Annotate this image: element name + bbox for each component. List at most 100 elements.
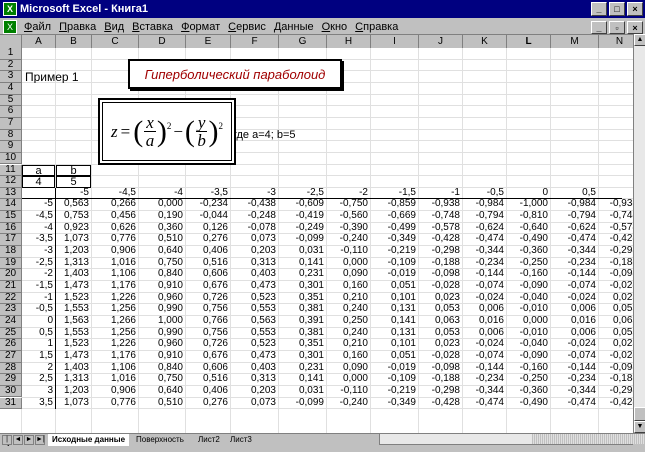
value-cell[interactable]: 0,726 bbox=[186, 293, 230, 305]
value-cell[interactable]: 1,176 bbox=[92, 351, 138, 363]
column-header[interactable]: K bbox=[463, 35, 507, 48]
value-cell[interactable]: 0,990 bbox=[139, 304, 185, 316]
value-cell[interactable]: 0,231 bbox=[279, 363, 326, 375]
value-cell[interactable]: -0,028 bbox=[599, 281, 633, 293]
value-cell[interactable]: -0,234 bbox=[551, 374, 598, 386]
tab-surface[interactable]: Поверхность bbox=[132, 434, 188, 446]
column-header[interactable]: J bbox=[419, 35, 463, 48]
value-cell[interactable]: -0,344 bbox=[463, 246, 506, 258]
param-value[interactable]: 5 bbox=[56, 176, 91, 188]
value-cell[interactable]: -0,024 bbox=[463, 293, 506, 305]
value-cell[interactable]: 0,906 bbox=[92, 386, 138, 398]
value-cell[interactable]: 0,756 bbox=[186, 304, 230, 316]
menu-format[interactable]: Формат bbox=[177, 21, 224, 33]
menu-window[interactable]: Окно bbox=[318, 21, 352, 33]
value-cell[interactable]: -0,640 bbox=[507, 223, 550, 235]
horizontal-scrollbar[interactable] bbox=[379, 433, 645, 445]
value-cell[interactable]: 0,351 bbox=[279, 293, 326, 305]
vertical-scrollbar[interactable]: ▲ ▼ bbox=[633, 34, 645, 433]
value-cell[interactable]: -0,078 bbox=[231, 223, 278, 235]
value-cell[interactable]: 0,000 bbox=[139, 199, 185, 211]
first-sheet-icon[interactable]: |◄ bbox=[2, 435, 12, 451]
menu-help[interactable]: Справка bbox=[351, 21, 402, 33]
value-cell[interactable]: -0,298 bbox=[419, 386, 462, 398]
value-cell[interactable]: -0,390 bbox=[327, 223, 370, 235]
menu-file[interactable]: Файл bbox=[20, 21, 55, 33]
tab-sheet2[interactable]: Лист2 bbox=[194, 434, 224, 446]
prev-sheet-icon[interactable]: ◄ bbox=[13, 435, 23, 445]
value-cell[interactable]: 1,403 bbox=[56, 363, 91, 375]
value-cell[interactable]: -0,098 bbox=[419, 363, 462, 375]
value-cell[interactable]: 1,256 bbox=[92, 304, 138, 316]
value-cell[interactable]: 0,141 bbox=[371, 316, 418, 328]
value-cell[interactable]: -0,624 bbox=[551, 223, 598, 235]
column-header[interactable]: M bbox=[551, 35, 599, 48]
value-cell[interactable]: 0,606 bbox=[186, 363, 230, 375]
value-cell[interactable]: -0,578 bbox=[599, 223, 633, 235]
row-header[interactable]: 18 bbox=[0, 245, 22, 258]
value-cell[interactable]: 0,240 bbox=[327, 304, 370, 316]
value-cell[interactable]: 0,141 bbox=[279, 374, 326, 386]
column-header[interactable]: I bbox=[371, 35, 419, 48]
value-cell[interactable]: -0,360 bbox=[507, 246, 550, 258]
value-cell[interactable]: 0,063 bbox=[599, 316, 633, 328]
value-cell[interactable]: -0,234 bbox=[551, 258, 598, 270]
value-cell[interactable]: 0,006 bbox=[463, 328, 506, 340]
value-cell[interactable]: -0,090 bbox=[507, 351, 550, 363]
row-header[interactable]: 31 bbox=[0, 397, 22, 410]
row-header[interactable]: 15 bbox=[0, 210, 22, 223]
value-cell[interactable]: -0,419 bbox=[279, 211, 326, 223]
y-header-cell[interactable]: -4 bbox=[22, 223, 55, 235]
value-cell[interactable]: 0,090 bbox=[327, 269, 370, 281]
value-cell[interactable]: -0,249 bbox=[279, 223, 326, 235]
column-header[interactable]: A bbox=[22, 35, 56, 48]
doc-restore-button[interactable]: ▫ bbox=[609, 20, 625, 34]
menu-view[interactable]: Вид bbox=[100, 21, 128, 33]
value-cell[interactable]: -0,248 bbox=[231, 211, 278, 223]
value-cell[interactable]: -0,984 bbox=[551, 199, 598, 211]
value-cell[interactable]: -0,024 bbox=[551, 293, 598, 305]
value-cell[interactable]: 0,640 bbox=[139, 386, 185, 398]
y-header-cell[interactable]: 3 bbox=[22, 386, 55, 398]
value-cell[interactable]: 0,516 bbox=[186, 258, 230, 270]
column-header[interactable]: G bbox=[279, 35, 327, 48]
value-cell[interactable]: 0,516 bbox=[186, 374, 230, 386]
value-cell[interactable]: -0,428 bbox=[419, 398, 462, 410]
value-cell[interactable]: -0,219 bbox=[371, 246, 418, 258]
value-cell[interactable]: -0,234 bbox=[463, 374, 506, 386]
value-cell[interactable]: -0,144 bbox=[551, 269, 598, 281]
value-cell[interactable]: -0,240 bbox=[327, 398, 370, 410]
value-cell[interactable]: -0,298 bbox=[599, 386, 633, 398]
value-cell[interactable]: -0,240 bbox=[327, 234, 370, 246]
value-cell[interactable]: -0,560 bbox=[327, 211, 370, 223]
value-cell[interactable]: -0,090 bbox=[507, 281, 550, 293]
formula-image[interactable]: z = (x a) 2 − (y b) 2 bbox=[98, 98, 236, 165]
value-cell[interactable]: -0,188 bbox=[419, 374, 462, 386]
value-cell[interactable]: -0,188 bbox=[599, 374, 633, 386]
menu-tools[interactable]: Сервис bbox=[224, 21, 270, 33]
value-cell[interactable]: -0,110 bbox=[327, 386, 370, 398]
doc-close-button[interactable]: × bbox=[627, 20, 643, 34]
value-cell[interactable]: -0,428 bbox=[419, 234, 462, 246]
value-cell[interactable]: 0,063 bbox=[419, 316, 462, 328]
value-cell[interactable]: -0,428 bbox=[599, 234, 633, 246]
value-cell[interactable]: 0,160 bbox=[327, 281, 370, 293]
value-cell[interactable]: 0,131 bbox=[371, 328, 418, 340]
y-header-cell[interactable]: 0 bbox=[22, 316, 55, 328]
value-cell[interactable]: -0,024 bbox=[463, 339, 506, 351]
doc-minimize-button[interactable]: _ bbox=[591, 20, 607, 34]
row-header[interactable]: 1 bbox=[0, 47, 22, 60]
value-cell[interactable]: -0,360 bbox=[507, 386, 550, 398]
value-cell[interactable]: -0,019 bbox=[371, 363, 418, 375]
value-cell[interactable]: 0,073 bbox=[231, 234, 278, 246]
value-cell[interactable]: 0,016 bbox=[551, 316, 598, 328]
value-cell[interactable]: -0,474 bbox=[551, 234, 598, 246]
value-cell[interactable]: -0,109 bbox=[371, 374, 418, 386]
param-header[interactable]: a bbox=[22, 164, 55, 177]
value-cell[interactable]: -0,578 bbox=[419, 223, 462, 235]
value-cell[interactable]: 0,203 bbox=[231, 246, 278, 258]
value-cell[interactable]: 0,301 bbox=[279, 281, 326, 293]
value-cell[interactable]: 1,553 bbox=[56, 304, 91, 316]
column-header[interactable]: L bbox=[507, 35, 551, 48]
value-cell[interactable]: -0,490 bbox=[507, 398, 550, 410]
